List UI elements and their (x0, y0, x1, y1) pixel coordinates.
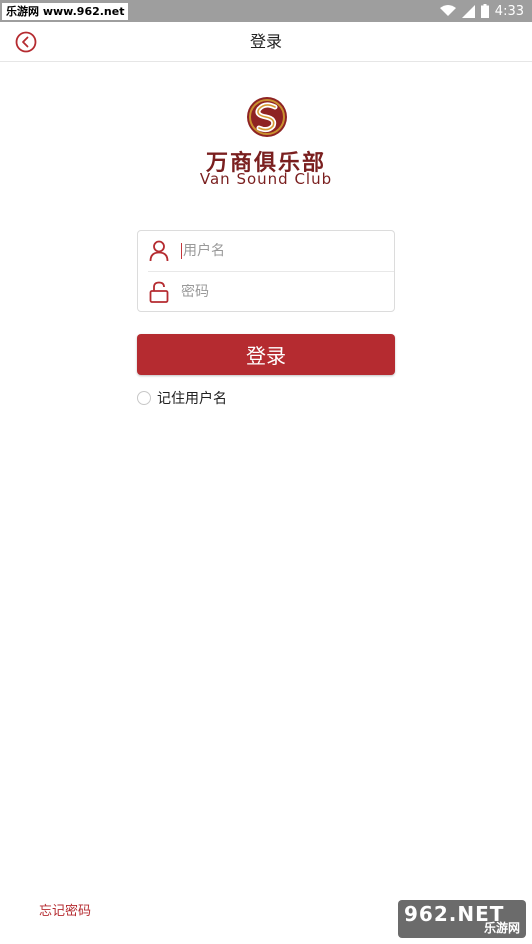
forgot-password-link[interactable]: 忘记密码 (39, 900, 91, 919)
signal-icon (461, 4, 475, 18)
username-input[interactable] (181, 243, 381, 259)
watermark-logo: 962.NET 乐游网 (398, 900, 526, 938)
password-row (138, 272, 394, 312)
wifi-icon (439, 5, 456, 16)
remember-label[interactable]: 记住用户名 (157, 388, 227, 408)
status-icons: 4:33 (439, 0, 524, 22)
status-time: 4:33 (494, 3, 524, 19)
lock-icon (149, 281, 169, 303)
watermark-bottom-text: 乐游网 (483, 921, 520, 935)
remember-username: 记住用户名 (137, 389, 227, 407)
remember-radio[interactable] (137, 391, 151, 405)
header-bar: 登录 (0, 22, 532, 62)
user-icon (149, 240, 169, 262)
page-title: 登录 (249, 32, 282, 51)
watermark-tag: 乐游网 www.962.net (2, 3, 129, 20)
login-button[interactable]: 登录 (137, 334, 395, 375)
brand-name-en: Van Sound Club (199, 170, 333, 188)
battery-icon (480, 4, 489, 18)
password-input[interactable] (181, 284, 381, 300)
username-row (138, 231, 394, 271)
status-bar: 乐游网 www.962.net 4:33 (0, 0, 532, 22)
s-swirl-logo (247, 97, 287, 137)
login-form (137, 230, 395, 312)
